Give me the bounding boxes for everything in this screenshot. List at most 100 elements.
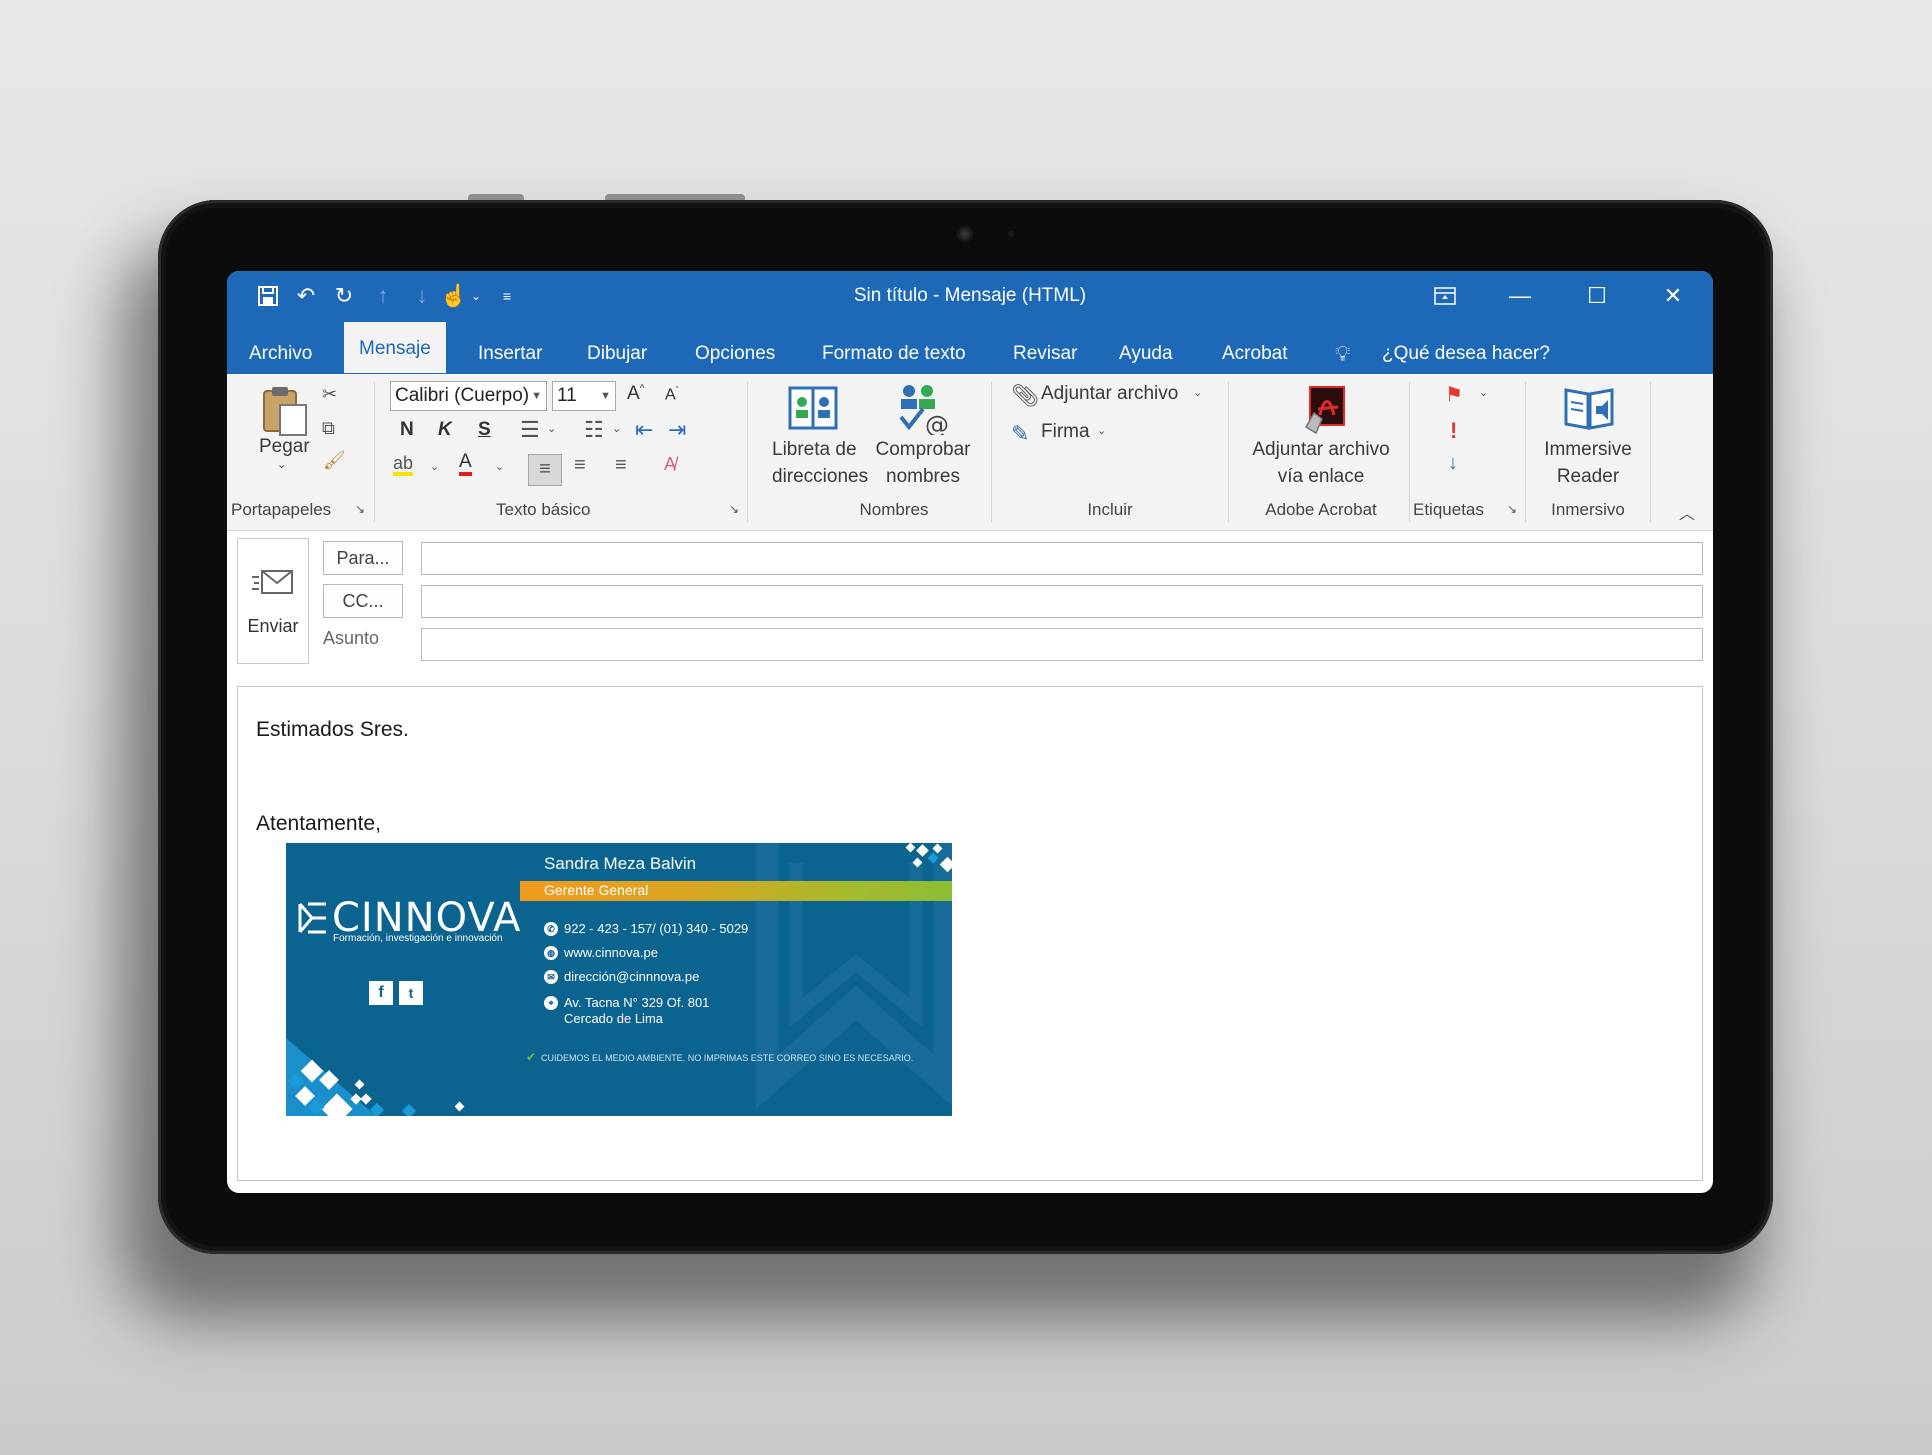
- high-importance-icon[interactable]: !: [1450, 418, 1457, 444]
- cc-field[interactable]: [421, 585, 1703, 618]
- tell-me-search[interactable]: ¿Qué desea hacer?: [1382, 334, 1550, 374]
- align-right-icon[interactable]: ≡: [615, 454, 627, 477]
- subject-field[interactable]: [421, 628, 1703, 661]
- italic-button[interactable]: K: [438, 419, 452, 441]
- align-center-icon[interactable]: ≡: [574, 454, 586, 477]
- attach-via-link-label[interactable]: Adjuntar archivo vía enlace: [1241, 436, 1401, 490]
- highlight-dropdown-icon[interactable]: ⌄: [430, 460, 439, 473]
- outlook-window: ↶ ↻ ↑ ↓ ☝ ⌄ ≡ Sin título - Mensaje (HTML…: [227, 271, 1713, 1193]
- increase-indent-icon[interactable]: ⇥: [668, 417, 686, 443]
- tags-launcher-icon[interactable]: ↘: [1507, 502, 1517, 516]
- grow-font-icon[interactable]: A^: [627, 383, 644, 405]
- font-name-combo[interactable]: Calibri (Cuerpo) ▼: [390, 381, 547, 411]
- address-book-label[interactable]: Libreta de direcciones: [772, 436, 868, 490]
- tab-revisar[interactable]: Revisar: [999, 334, 1091, 374]
- facebook-icon[interactable]: f: [369, 981, 393, 1005]
- ribbon-display-options-icon[interactable]: [1425, 281, 1465, 311]
- highlight-icon[interactable]: ab: [393, 454, 414, 476]
- maximize-icon[interactable]: ☐: [1577, 281, 1617, 311]
- leaf-icon: ✔: [526, 1050, 537, 1064]
- tab-archivo[interactable]: Archivo: [235, 334, 326, 374]
- decor-diamond: [401, 1103, 417, 1116]
- bullets-icon[interactable]: ☰: [520, 417, 540, 443]
- check-names-label[interactable]: Comprobar nombres: [871, 436, 975, 490]
- separator: [991, 382, 992, 522]
- clear-formatting-icon[interactable]: A̸: [664, 454, 676, 475]
- signature-email[interactable]: dirección@cinnnova.pe: [564, 969, 699, 985]
- copy-icon[interactable]: ⧉: [322, 418, 335, 439]
- signature-eco-note: CUIDEMOS EL MEDIO AMBIENTE. NO IMPRIMAS …: [541, 1053, 914, 1063]
- bullets-dropdown-icon[interactable]: ⌄: [547, 422, 556, 435]
- tab-opciones[interactable]: Opciones: [681, 334, 789, 374]
- font-color-dropdown-icon[interactable]: ⌄: [495, 460, 504, 473]
- attach-file-icon[interactable]: 📎︎: [1011, 383, 1039, 409]
- separator: [1228, 382, 1229, 522]
- cc-button[interactable]: CC...: [323, 584, 403, 618]
- close-icon[interactable]: ✕: [1653, 281, 1693, 311]
- cut-icon[interactable]: ✂: [322, 384, 337, 405]
- numbering-icon[interactable]: ☷: [584, 417, 604, 443]
- signature-button[interactable]: Firma: [1041, 421, 1090, 443]
- format-painter-icon[interactable]: 🖌︎: [323, 450, 346, 471]
- address-book-label-line1: Libreta de: [772, 439, 857, 460]
- twitter-icon[interactable]: t: [399, 981, 423, 1005]
- separator: [374, 382, 375, 522]
- numbering-dropdown-icon[interactable]: ⌄: [612, 422, 621, 435]
- separator: [747, 382, 748, 522]
- web-icon: ◍: [544, 946, 558, 960]
- separator: [1525, 382, 1526, 522]
- paste-label[interactable]: Pegar: [259, 436, 310, 458]
- immersive-reader-icon[interactable]: [1561, 382, 1617, 434]
- shrink-font-icon[interactable]: Aˇ: [665, 385, 679, 404]
- message-header: Enviar Para... CC... Asunto: [237, 538, 1703, 676]
- tab-insertar[interactable]: Insertar: [464, 334, 556, 374]
- font-name-dropdown-icon[interactable]: ▼: [531, 382, 542, 410]
- collapse-ribbon-icon[interactable]: ︿: [1679, 500, 1695, 524]
- font-color-icon[interactable]: A: [459, 452, 472, 476]
- group-label-adobe: Adobe Acrobat: [1265, 500, 1377, 519]
- attach-via-link-line2: vía enlace: [1277, 466, 1365, 487]
- bold-button[interactable]: N: [400, 419, 414, 441]
- font-size-combo[interactable]: 11 ▼: [552, 381, 616, 411]
- tab-mensaje[interactable]: Mensaje: [344, 322, 446, 373]
- camera-icon: [957, 226, 973, 242]
- tab-ayuda[interactable]: Ayuda: [1105, 334, 1187, 374]
- follow-up-dropdown-icon[interactable]: ⌄: [1479, 386, 1488, 399]
- follow-up-flag-icon[interactable]: ⚑: [1445, 382, 1463, 407]
- group-label-tags: Etiquetas: [1413, 500, 1484, 519]
- group-label-immersive: Inmersivo: [1551, 500, 1625, 519]
- align-left-icon[interactable]: ≡: [528, 454, 562, 486]
- to-field[interactable]: [421, 542, 1703, 575]
- immersive-reader-label[interactable]: Immersive Reader: [1537, 436, 1639, 490]
- minimize-icon[interactable]: —: [1500, 281, 1540, 311]
- paste-icon[interactable]: [257, 382, 313, 438]
- signature-dropdown-icon[interactable]: ⌄: [1097, 424, 1106, 437]
- message-body[interactable]: Estimados Sres. Atentamente, CINNOVA For…: [237, 686, 1703, 1181]
- signature-icon[interactable]: ✎: [1011, 421, 1029, 447]
- acrobat-attach-icon[interactable]: [1297, 382, 1353, 438]
- signature-web[interactable]: www.cinnova.pe: [564, 945, 658, 961]
- group-label-basic-text: Texto básico: [496, 500, 591, 519]
- font-name-value: Calibri (Cuerpo): [395, 385, 530, 406]
- clipboard-launcher-icon[interactable]: ↘: [355, 502, 365, 516]
- address-book-icon[interactable]: [785, 382, 841, 434]
- send-button[interactable]: Enviar: [237, 538, 309, 664]
- tab-formato-de-texto[interactable]: Formato de texto: [808, 334, 980, 374]
- paste-dropdown-icon[interactable]: ⌄: [277, 458, 286, 471]
- tab-dibujar[interactable]: Dibujar: [573, 334, 661, 374]
- to-button[interactable]: Para...: [323, 541, 403, 575]
- check-names-label-line1: Comprobar: [875, 439, 971, 460]
- underline-button[interactable]: S: [478, 419, 491, 441]
- check-names-icon[interactable]: @: [893, 380, 949, 436]
- font-size-dropdown-icon[interactable]: ▼: [600, 382, 611, 410]
- attach-file-dropdown-icon[interactable]: ⌄: [1193, 386, 1202, 399]
- signature-role: Gerente General: [544, 882, 649, 898]
- tab-acrobat[interactable]: Acrobat: [1208, 334, 1301, 374]
- attach-file-button[interactable]: Adjuntar archivo: [1041, 383, 1178, 405]
- lightbulb-icon[interactable]: 💡︎: [1335, 334, 1350, 374]
- svg-text:@: @: [925, 411, 949, 435]
- low-importance-icon[interactable]: ↓: [1448, 452, 1458, 475]
- decrease-indent-icon[interactable]: ⇤: [635, 417, 653, 443]
- light-sensor: [1008, 231, 1014, 237]
- basic-text-launcher-icon[interactable]: ↘: [729, 502, 739, 516]
